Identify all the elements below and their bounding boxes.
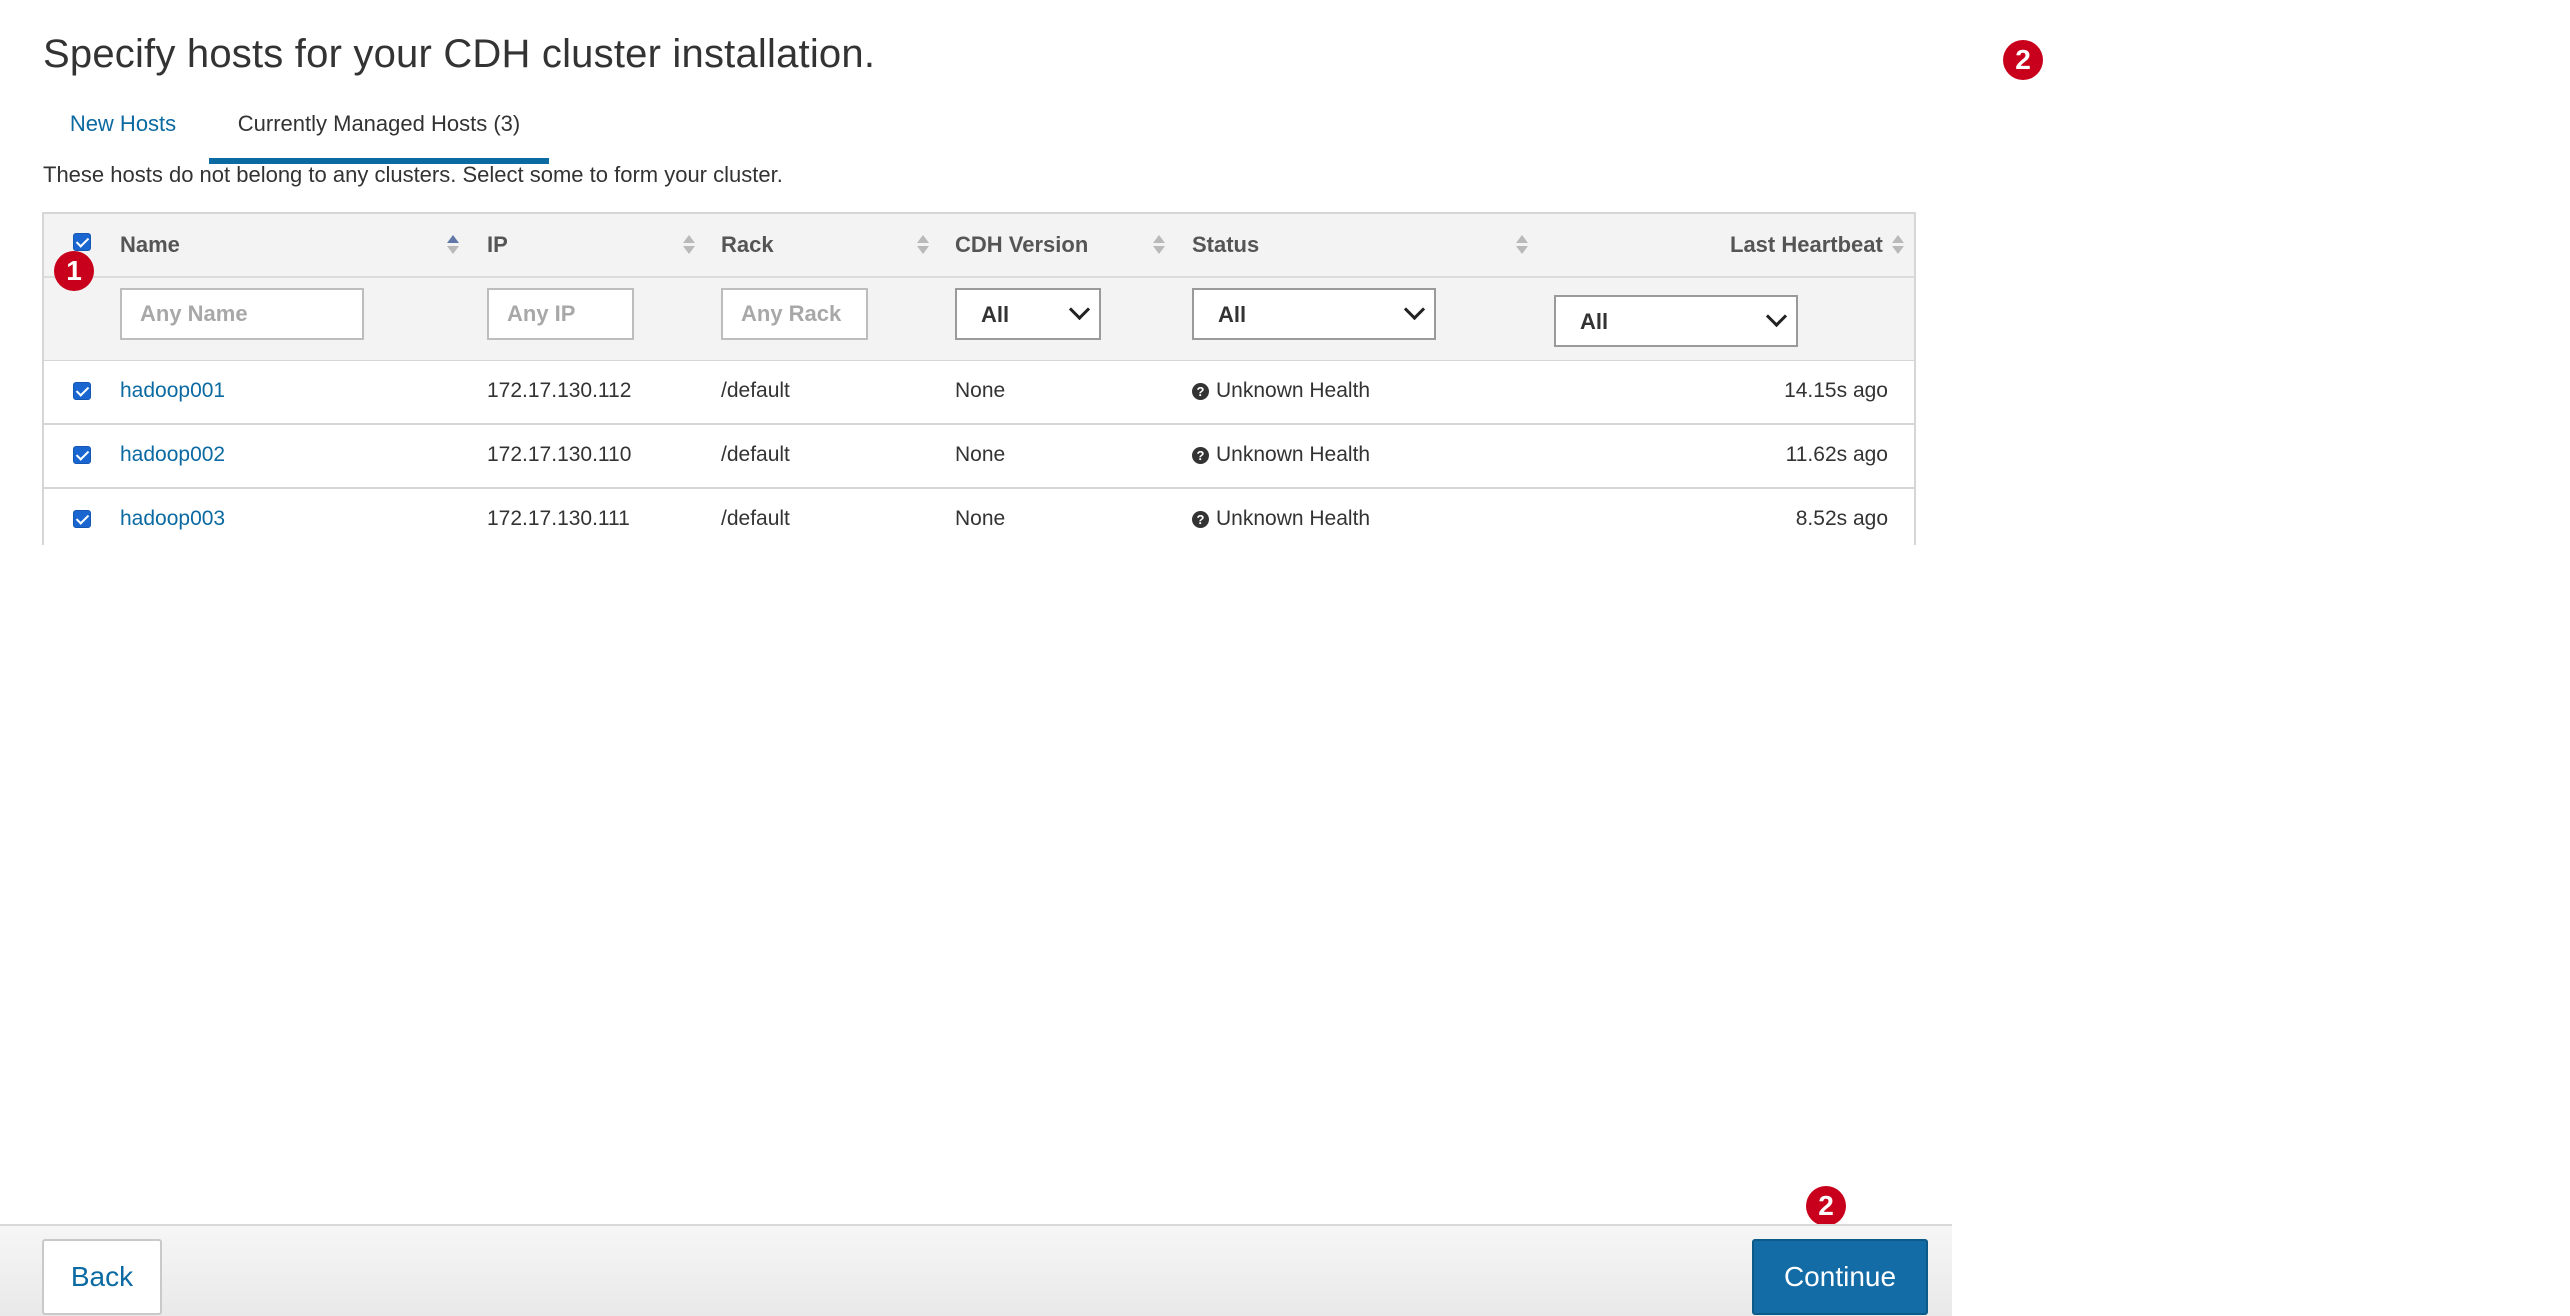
chevron-down-icon	[1068, 298, 1091, 321]
heartbeat-cell: 8.52s ago	[1795, 507, 1888, 530]
sort-name-icon[interactable]	[447, 235, 459, 255]
table-row: hadoop002 172.17.130.110 /default None ?…	[44, 425, 1914, 489]
status-filter-select[interactable]: All	[1192, 288, 1436, 340]
tab-currently-managed-hosts[interactable]: Currently Managed Hosts (3)	[209, 104, 549, 164]
back-button[interactable]: Back	[42, 1239, 162, 1315]
heartbeat-cell: 14.15s ago	[1784, 379, 1888, 402]
annotation-badge-2-top: 2	[2003, 40, 2043, 80]
host-link[interactable]: hadoop002	[120, 443, 225, 467]
question-circle-icon: ?	[1192, 447, 1209, 464]
sort-cdh-version-icon[interactable]	[1153, 235, 1165, 255]
page-title: Specify hosts for your CDH cluster insta…	[43, 32, 876, 76]
chevron-down-icon	[1765, 305, 1788, 328]
status-cell: ? Unknown Health	[1192, 443, 1370, 467]
table-header: Name IP Rack CDH Version Status Last Hea…	[44, 214, 1914, 362]
rack-cell: /default	[721, 443, 790, 466]
rack-cell: /default	[721, 507, 790, 530]
sort-last-heartbeat-icon[interactable]	[1892, 235, 1904, 255]
row-checkbox[interactable]	[73, 510, 91, 528]
sort-ip-icon[interactable]	[683, 235, 695, 255]
rack-filter-input[interactable]	[721, 288, 868, 340]
hosts-table: Name IP Rack CDH Version Status Last Hea…	[42, 212, 1916, 551]
select-all-checkbox[interactable]	[73, 233, 91, 251]
status-text: Unknown Health	[1216, 443, 1371, 466]
ip-cell: 172.17.130.110	[487, 443, 632, 466]
ip-filter-input[interactable]	[487, 288, 634, 340]
column-header-last-heartbeat[interactable]: Last Heartbeat	[1730, 232, 1883, 258]
host-link[interactable]: hadoop001	[120, 379, 225, 403]
wizard-footer: Back Continue	[0, 1224, 1952, 1316]
row-checkbox[interactable]	[73, 382, 91, 400]
cdh-version-filter-select[interactable]: All	[955, 288, 1101, 340]
column-header-ip[interactable]: IP	[487, 232, 508, 258]
column-header-status[interactable]: Status	[1192, 232, 1259, 258]
status-cell: ? Unknown Health	[1192, 379, 1370, 403]
table-row: hadoop001 172.17.130.112 /default None ?…	[44, 361, 1914, 425]
sort-status-icon[interactable]	[1516, 235, 1528, 255]
column-header-cdh-version[interactable]: CDH Version	[955, 232, 1088, 258]
ip-cell: 172.17.130.111	[487, 507, 630, 530]
host-link[interactable]: hadoop003	[120, 507, 225, 531]
host-tabs: New Hosts Currently Managed Hosts (3)	[43, 104, 583, 164]
status-cell: ? Unknown Health	[1192, 507, 1370, 531]
cdh-version-cell: None	[955, 507, 1006, 530]
name-filter-input[interactable]	[120, 288, 364, 340]
header-divider	[44, 276, 1914, 278]
heartbeat-cell: 11.62s ago	[1785, 443, 1888, 466]
question-circle-icon: ?	[1192, 511, 1209, 528]
annotation-badge-1: 1	[54, 251, 94, 291]
cdh-version-cell: None	[955, 443, 1006, 466]
row-checkbox[interactable]	[73, 446, 91, 464]
status-filter-value: All	[1218, 302, 1247, 327]
status-text: Unknown Health	[1216, 379, 1371, 402]
chevron-down-icon	[1403, 298, 1426, 321]
cdh-version-filter-value: All	[981, 302, 1010, 327]
last-heartbeat-filter-value: All	[1580, 309, 1609, 334]
column-header-name[interactable]: Name	[120, 232, 180, 258]
status-text: Unknown Health	[1216, 507, 1371, 530]
tab-new-hosts[interactable]: New Hosts	[43, 104, 203, 158]
intro-text: These hosts do not belong to any cluster…	[43, 162, 783, 187]
sort-rack-icon[interactable]	[917, 235, 929, 255]
cdh-version-cell: None	[955, 379, 1006, 402]
column-header-rack[interactable]: Rack	[721, 232, 774, 258]
last-heartbeat-filter-select[interactable]: All	[1554, 295, 1798, 347]
table-row: hadoop003 172.17.130.111 /default None ?…	[44, 489, 1914, 551]
question-circle-icon: ?	[1192, 383, 1209, 400]
ip-cell: 172.17.130.112	[487, 379, 632, 402]
rack-cell: /default	[721, 379, 790, 402]
annotation-badge-2-bottom: 2	[1806, 1186, 1846, 1226]
continue-button[interactable]: Continue	[1752, 1239, 1928, 1315]
